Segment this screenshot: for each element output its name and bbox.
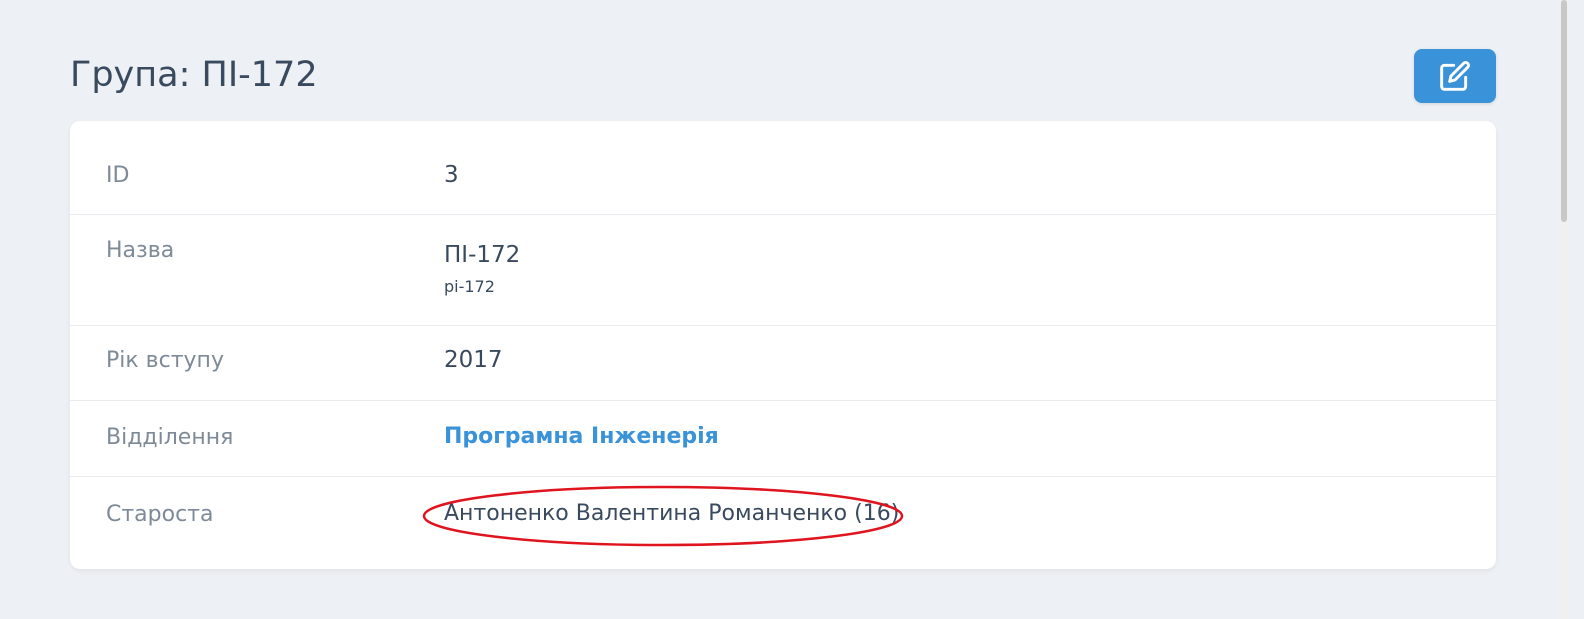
department-label: Відділення	[106, 425, 234, 450]
detail-row-year: Рік вступу 2017	[70, 325, 1496, 401]
page: Група: ПІ-172 ID 3 Назва ПІ-172 pi-172 Р…	[0, 0, 1584, 619]
year-value: 2017	[444, 347, 503, 373]
edit-button[interactable]	[1414, 49, 1496, 103]
detail-row-department: Відділення Програмна Інженерія	[70, 400, 1496, 477]
headman-label: Староста	[106, 502, 214, 527]
id-label: ID	[106, 163, 130, 188]
detail-row-id: ID 3	[70, 121, 1496, 215]
detail-row-headman: Староста Антоненко Валентина Романченко …	[70, 476, 1496, 569]
id-value: 3	[444, 162, 459, 188]
year-label: Рік вступу	[106, 348, 224, 373]
name-slug: pi-172	[444, 277, 495, 296]
pencil-square-icon	[1440, 61, 1470, 91]
department-link[interactable]: Програмна Інженерія	[444, 424, 719, 449]
scrollbar-thumb[interactable]	[1561, 0, 1567, 222]
name-label: Назва	[106, 238, 175, 263]
name-value: ПІ-172	[444, 242, 521, 268]
headman-value: Антоненко Валентина Романченко (16)	[444, 501, 900, 526]
page-title: Група: ПІ-172	[70, 55, 318, 95]
detail-row-name: Назва ПІ-172 pi-172	[70, 214, 1496, 326]
group-details-card: ID 3 Назва ПІ-172 pi-172 Рік вступу 2017…	[70, 121, 1496, 569]
